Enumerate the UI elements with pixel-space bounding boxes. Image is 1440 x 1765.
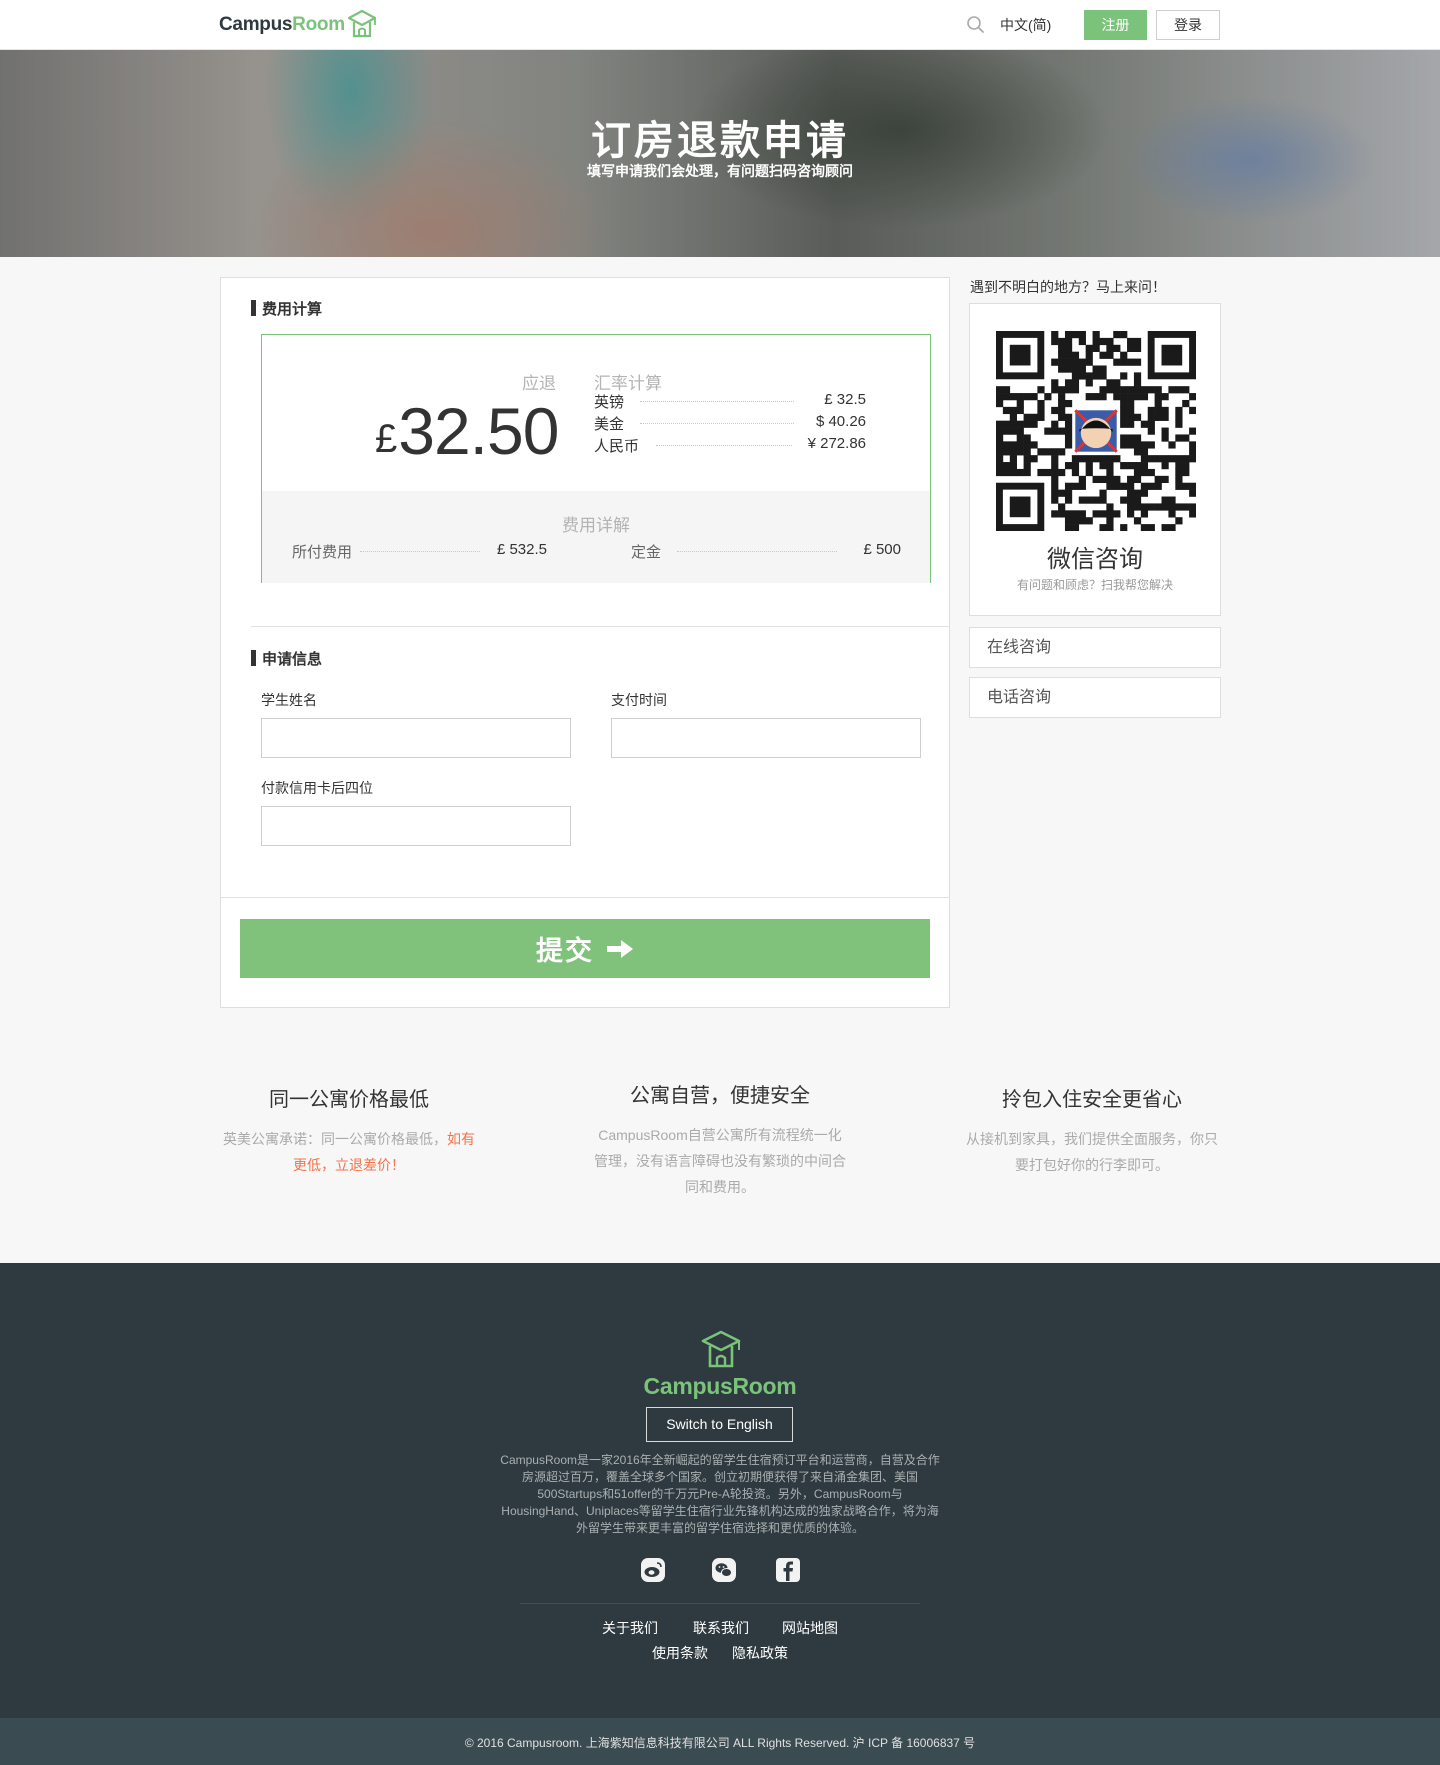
online-consult-button[interactable]: 在线咨询	[969, 627, 1221, 668]
detail-value: £ 532.5	[496, 541, 547, 558]
pay-time-label: 支付时间	[611, 692, 667, 708]
application-section-title: 申请信息	[251, 648, 322, 669]
feature-desc-text: 英美公寓承诺：同一公寓价格最低，	[223, 1131, 447, 1147]
copyright-bar: © 2016 Campusroom. 上海紫知信息科技有限公司 ALL Righ…	[0, 1718, 1440, 1765]
footer-link-about[interactable]: 关于我们	[602, 1618, 658, 1638]
search-icon[interactable]	[966, 15, 986, 35]
side-hint: 遇到不明白的地方？马上来问！	[970, 279, 1166, 295]
rate-row-gbp: 英镑 £ 32.5	[594, 391, 866, 411]
feature-description: CampusRoom自营公寓所有流程统一化管理，没有语言障碍也没有繁琐的中间合同…	[594, 1127, 846, 1195]
logo-text-room: Room	[292, 14, 345, 35]
refund-label: 应退	[522, 374, 556, 393]
footer-link-terms[interactable]: 使用条款	[652, 1643, 708, 1663]
feature-title: 公寓自营，便捷安全	[630, 1085, 810, 1107]
card-last4-input[interactable]	[261, 806, 571, 846]
hero-banner: 订房退款申请 填写申请我们会处理，有问题扫码咨询顾问	[0, 50, 1440, 257]
dotted-leader	[640, 401, 794, 402]
detail-row-deposit: 定金 £ 500	[631, 541, 901, 563]
rate-name: 人民币	[594, 438, 640, 455]
fee-summary: 应退 £32.50 汇率计算 英镑 £ 32.5 美金 $ 40.26 人民币 …	[262, 335, 930, 491]
feature-self-operated: 公寓自营，便捷安全 CampusRoom自营公寓所有流程统一化管理，没有语言障碍…	[592, 1079, 848, 1200]
logo-text-campus: Campus	[219, 14, 293, 35]
footer-link-sitemap[interactable]: 网站地图	[782, 1618, 838, 1638]
login-button[interactable]: 登录	[1156, 10, 1220, 40]
detail-value: £ 500	[863, 541, 901, 558]
page-subtitle: 填写申请我们会处理，有问题扫码咨询顾问	[587, 163, 853, 179]
rate-name: 美金	[594, 416, 625, 433]
refund-currency-symbol: £	[375, 417, 397, 461]
rate-value: £ 32.5	[824, 391, 866, 408]
dotted-leader	[656, 445, 792, 446]
wechat-icon[interactable]	[711, 1557, 737, 1583]
dotted-leader	[640, 423, 794, 424]
rate-row-usd: 美金 $ 40.26	[594, 413, 866, 433]
language-selector[interactable]: 中文(简)	[1000, 15, 1051, 35]
rate-row-cny: 人民币 ¥ 272.86	[594, 435, 866, 455]
refund-form-card: 费用计算 应退 £32.50 汇率计算 英镑 £ 32.5 美金 $ 40.26…	[220, 277, 950, 1008]
wechat-qr-card: 微信咨询 有问题和顾虑？扫我帮您解决	[969, 303, 1221, 616]
fee-detail-area	[262, 491, 930, 583]
footer-link-privacy[interactable]: 隐私政策	[732, 1643, 788, 1663]
graduation-house-icon	[347, 9, 376, 38]
student-name-input[interactable]	[261, 718, 571, 758]
qr-subtitle: 有问题和顾虑？扫我帮您解决	[1016, 578, 1173, 592]
section-divider	[221, 897, 949, 898]
switch-language-button[interactable]: Switch to English	[646, 1407, 793, 1442]
submit-label: 提交	[536, 936, 594, 966]
footer-divider	[520, 1603, 920, 1604]
feature-move-in: 拎包入住安全更省心 从接机到家具，我们提供全面服务，你只要打包好你的行李即可。	[964, 1083, 1220, 1178]
top-nav: Campus Room 中文(简) 注册 登录	[0, 0, 1440, 50]
phone-consult-button[interactable]: 电话咨询	[969, 677, 1221, 718]
rate-value: ¥ 272.86	[807, 435, 866, 452]
fee-detail-title: 费用详解	[562, 516, 630, 535]
graduation-house-icon	[701, 1330, 741, 1368]
detail-name: 定金	[631, 544, 662, 561]
detail-name: 所付费用	[292, 544, 353, 561]
campusroom-logo[interactable]: Campus Room	[219, 8, 377, 42]
section-divider	[251, 626, 949, 627]
pay-time-input[interactable]	[611, 718, 921, 758]
footer: CampusRoom Switch to English CampusRoom是…	[0, 1263, 1440, 1718]
page-title: 订房退款申请	[591, 119, 849, 163]
detail-row-paid: 所付费用 £ 532.5	[292, 541, 547, 563]
company-about-text: CampusRoom是一家2016年全新崛起的留学生住宿预订平台和运营商，自营及…	[500, 1453, 940, 1535]
copyright-text: © 2016 Campusroom. 上海紫知信息科技有限公司 ALL Righ…	[464, 1736, 976, 1750]
register-button[interactable]: 注册	[1084, 10, 1147, 40]
facebook-icon[interactable]	[775, 1557, 801, 1583]
rate-name: 英镑	[594, 394, 625, 411]
card-last4-label: 付款信用卡后四位	[261, 780, 373, 796]
feature-description: 从接机到家具，我们提供全面服务，你只要打包好你的行李即可。	[966, 1131, 1218, 1173]
footer-link-contact[interactable]: 联系我们	[693, 1618, 749, 1638]
feature-title: 同一公寓价格最低	[269, 1089, 429, 1111]
refund-amount: £32.50	[375, 393, 559, 469]
wechat-qr-code	[996, 331, 1196, 531]
feature-description: 英美公寓承诺：同一公寓价格最低，如有更低，立退差价！	[221, 1126, 477, 1178]
feature-title: 拎包入住安全更省心	[1002, 1089, 1182, 1111]
feature-lowest-price: 同一公寓价格最低 英美公寓承诺：同一公寓价格最低，如有更低，立退差价！	[221, 1083, 477, 1178]
submit-button[interactable]: 提交	[240, 919, 930, 978]
qr-title: 微信咨询	[1047, 546, 1143, 573]
footer-logo-text[interactable]: CampusRoom	[0, 1373, 1440, 1400]
dotted-leader	[360, 551, 480, 552]
arrow-right-icon	[607, 939, 633, 958]
student-name-label: 学生姓名	[261, 692, 317, 708]
dotted-leader	[677, 551, 837, 552]
fee-calculation-box: 应退 £32.50 汇率计算 英镑 £ 32.5 美金 $ 40.26 人民币 …	[261, 334, 931, 583]
refund-amount-value: 32.50	[398, 394, 559, 468]
rate-value: $ 40.26	[815, 413, 866, 430]
weibo-icon[interactable]	[640, 1557, 666, 1583]
fee-section-title: 费用计算	[251, 298, 322, 319]
